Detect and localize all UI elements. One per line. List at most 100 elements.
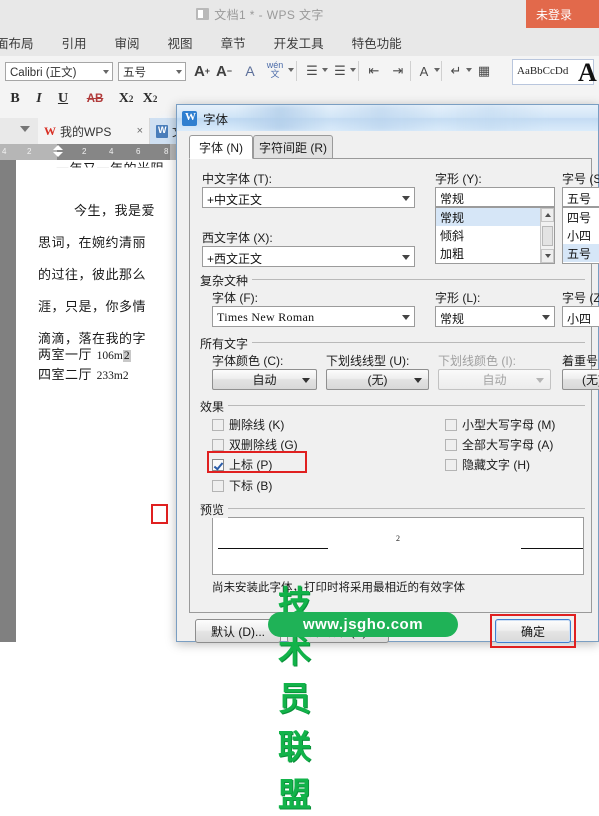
checkbox-small-caps[interactable]: 小型大写字母 (M): [445, 416, 555, 433]
clear-formatting-icon[interactable]: A: [240, 61, 260, 81]
decrease-indent-icon[interactable]: ⇤: [364, 61, 384, 81]
indent-marker[interactable]: [53, 144, 63, 160]
chevron-down-icon[interactable]: [466, 68, 472, 72]
style-preview-text: AaBbCcDd: [517, 65, 569, 77]
underline-style-combo[interactable]: (无): [326, 369, 429, 390]
underline-button[interactable]: U: [54, 89, 72, 109]
chevron-down-icon[interactable]: [288, 68, 294, 72]
borders-icon[interactable]: ▦: [474, 61, 494, 81]
text-effects-button[interactable]: 文本效果 (E)...: [287, 619, 389, 643]
doc-measure-line: 四室二厅 233m2: [38, 364, 129, 383]
window-title-text: 文档1 * - WPS 文字: [214, 7, 324, 22]
dialog-title-bar[interactable]: 字体: [177, 105, 598, 131]
measure-superscript: 2: [122, 370, 129, 382]
preview-note: 尚未安装此字体，打印时将采用最相近的有效字体: [212, 582, 465, 594]
doc-measure-line: 两室一厅 106m2: [38, 344, 131, 363]
list-item[interactable]: 加粗: [436, 244, 554, 262]
style-big-letter[interactable]: A: [578, 58, 597, 88]
doc-tab-my-wps[interactable]: W 我的WPS ×: [38, 118, 150, 144]
complex-size-combo[interactable]: 小四: [562, 306, 599, 327]
emphasis-mark-combo[interactable]: (无): [562, 369, 599, 390]
close-icon[interactable]: ×: [137, 125, 143, 137]
subscript-letter: X: [142, 91, 153, 106]
tab-character-spacing[interactable]: 字符间距 (R): [253, 135, 333, 159]
ribbon-tab-section[interactable]: 章节: [207, 28, 260, 56]
font-name-combo[interactable]: Calibri (正文): [5, 62, 113, 81]
list-item[interactable]: 小四: [563, 226, 599, 244]
list-item[interactable]: 五号: [563, 244, 599, 262]
italic-button[interactable]: I: [30, 89, 48, 109]
complex-font-combo[interactable]: Times New Roman: [212, 306, 415, 327]
measure-label: 四室二厅: [38, 368, 93, 383]
preview-sample-text: 2: [396, 534, 400, 543]
strikethrough-button[interactable]: AB: [84, 89, 106, 109]
font-size-combo[interactable]: 五号: [118, 62, 186, 81]
numbered-list-icon[interactable]: ☰: [330, 61, 350, 81]
dialog-tab-panel: 中文字体 (T): +中文正文 西文字体 (X): +西文正文 字形 (Y): …: [189, 158, 599, 613]
complex-script-group-title: 复杂文种: [200, 272, 253, 289]
scroll-up-icon[interactable]: [541, 208, 554, 222]
grow-font-letter: A: [193, 62, 205, 80]
font-style-listbox[interactable]: 常规 倾斜 加粗: [435, 207, 555, 264]
list-item[interactable]: 四号: [563, 208, 599, 226]
increase-indent-icon[interactable]: ⇥: [388, 61, 408, 81]
ribbon-tab-page-layout[interactable]: 面布局: [0, 28, 48, 56]
default-button[interactable]: 默认 (D)...: [195, 619, 281, 643]
font-style-input[interactable]: 常规: [435, 187, 555, 207]
checkbox-subscript[interactable]: 下标 (B): [212, 477, 272, 494]
western-font-combo[interactable]: +西文正文: [202, 246, 415, 267]
scroll-down-icon[interactable]: [541, 249, 554, 263]
pinyin-guide-icon[interactable]: wén 文: [264, 60, 286, 80]
chevron-down-icon: [103, 70, 109, 74]
window-title: 文档1 * - WPS 文字: [0, 0, 520, 28]
document-sheet[interactable]: 一年又一年的光阴 今生，我是爱 思词，在婉约清丽 的过往，彼此那么 涯，只是，你…: [16, 160, 185, 642]
font-size-input[interactable]: 五号: [562, 187, 599, 207]
login-button[interactable]: 未登录: [526, 0, 599, 28]
ruler-tick: 4: [109, 147, 114, 156]
list-item[interactable]: 倾斜: [436, 226, 554, 244]
dialog-body: 字体 (N) 字符间距 (R) 中文字体 (T): +中文正文 西文字体 (X)…: [183, 135, 599, 648]
checkbox-hidden-text[interactable]: 隐藏文字 (H): [445, 456, 530, 473]
preview-rule-right: [521, 548, 583, 549]
font-color-combo[interactable]: 自动: [212, 369, 317, 390]
bullet-list-icon[interactable]: ☰: [302, 61, 322, 81]
chevron-down-icon: [302, 378, 310, 383]
checkbox-label: 下标 (B): [229, 479, 273, 493]
chevron-down-icon: [176, 70, 182, 74]
font-color-value: 自动: [252, 373, 277, 387]
scrollbar-thumb[interactable]: [542, 226, 553, 246]
grow-font-icon[interactable]: A +: [192, 61, 212, 81]
dialog-title-text: 字体: [203, 112, 229, 127]
group-divider: [248, 342, 585, 343]
list-item[interactable]: 常规: [436, 208, 554, 226]
chevron-down-icon[interactable]: [350, 68, 356, 72]
ruler-tick: 4: [2, 147, 7, 156]
ribbon-tab-review[interactable]: 审阅: [101, 28, 154, 56]
chevron-down-icon[interactable]: [322, 68, 328, 72]
show-formatting-marks-icon[interactable]: ↵: [446, 61, 466, 81]
ok-button-highlight-box: [490, 614, 576, 648]
bold-button[interactable]: B: [6, 89, 24, 109]
chevron-down-icon[interactable]: [434, 68, 440, 72]
ribbon-tab-view[interactable]: 视图: [154, 28, 207, 56]
complex-font-label: 字体 (F):: [212, 291, 258, 305]
wps-writer-window: 文档1 * - WPS 文字 未登录 面布局 引用 审阅 视图 章节 开发工具 …: [0, 0, 599, 814]
tab-font[interactable]: 字体 (N): [189, 135, 253, 159]
ribbon-tab-references[interactable]: 引用: [48, 28, 101, 56]
chevron-down-icon[interactable]: [20, 126, 30, 132]
chevron-down-icon: [536, 378, 544, 383]
subscript-button[interactable]: X2: [140, 89, 160, 109]
complex-style-combo[interactable]: 常规: [435, 306, 555, 327]
chinese-font-combo[interactable]: +中文正文: [202, 187, 415, 208]
ribbon-tab-special[interactable]: 特色功能: [338, 28, 416, 56]
superscript-button[interactable]: X2: [116, 89, 136, 109]
effects-group-title: 效果: [200, 398, 229, 415]
checkbox-all-caps[interactable]: 全部大写字母 (A): [445, 436, 553, 453]
font-size-listbox[interactable]: 四号 小四 五号: [562, 207, 599, 264]
checkbox-strikethrough[interactable]: 删除线 (K): [212, 416, 284, 433]
checkbox-box: [212, 438, 224, 451]
ribbon-tab-developer[interactable]: 开发工具: [260, 28, 338, 56]
listbox-scrollbar[interactable]: [540, 208, 554, 263]
shrink-font-icon[interactable]: A −: [214, 61, 234, 81]
character-shading-icon[interactable]: A: [414, 61, 434, 81]
